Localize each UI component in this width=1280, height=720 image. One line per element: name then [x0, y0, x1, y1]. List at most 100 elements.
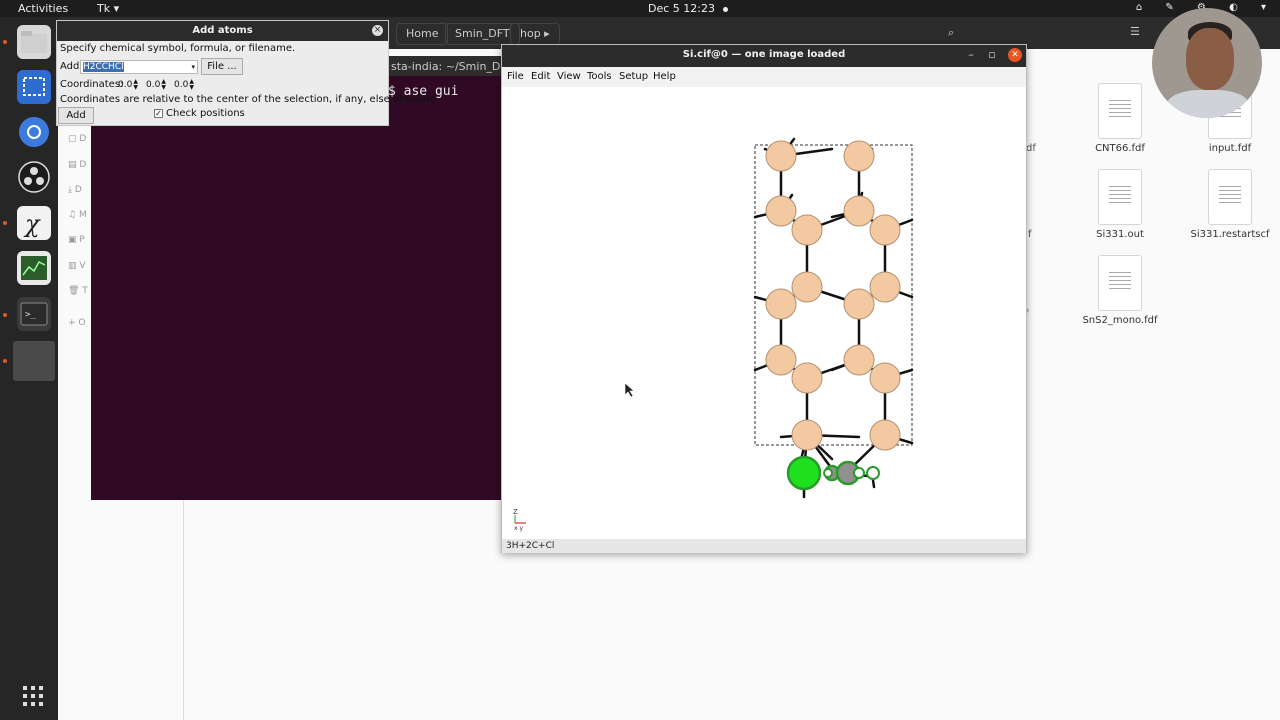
spin-arrows-icon[interactable]: ▲ ▼ [189, 78, 194, 91]
silicon-atom[interactable] [843, 344, 875, 376]
silicon-atom[interactable] [869, 214, 901, 246]
axes-indicator: Z x y [513, 508, 526, 532]
webcam-person-face [1186, 28, 1234, 90]
obs-app-icon[interactable] [17, 160, 51, 194]
maximize-icon[interactable]: ▫ [985, 48, 999, 62]
ase-menubar: File Edit View Tools Setup Help [502, 67, 1026, 87]
sidebar-item[interactable]: ⤓ D [68, 185, 92, 199]
silicon-atom[interactable] [791, 419, 823, 451]
close-icon[interactable]: × [372, 25, 383, 36]
show-apps-grid-icon[interactable] [23, 686, 45, 708]
terminal-icon: >_ [20, 302, 48, 326]
close-icon[interactable]: ✕ [1008, 48, 1022, 62]
menu-edit[interactable]: Edit [531, 71, 550, 82]
add-button[interactable]: Add [58, 107, 94, 124]
screenshot-app-icon[interactable] [17, 70, 51, 104]
selection-rectangle-icon [23, 77, 45, 96]
system-monitor-app-icon[interactable] [17, 251, 51, 285]
check-positions-checkbox[interactable]: ✓ Check positions [154, 108, 245, 119]
silicon-atom[interactable] [843, 288, 875, 320]
formula-status: 3H+2C+Cl [506, 541, 555, 551]
silicon-atom[interactable] [869, 362, 901, 394]
running-indicator [3, 40, 7, 44]
webcam-overlay [1152, 8, 1262, 118]
path-home[interactable]: Home [396, 23, 449, 45]
structure-view-canvas[interactable]: Z x y [502, 87, 1026, 539]
terminal-app-icon[interactable]: >_ [17, 297, 51, 331]
menu-file[interactable]: File [507, 71, 524, 82]
sidebar-item[interactable]: ▢ D [68, 134, 92, 148]
file-item[interactable]: Si331.out [1075, 169, 1165, 240]
sidebar-item[interactable]: ▤ D [68, 160, 92, 174]
file-item[interactable]: CNT66.fdf [1075, 83, 1165, 154]
dropdown-arrow-icon[interactable]: ▾ [191, 61, 195, 73]
silicon-atom[interactable] [791, 271, 823, 303]
files-app-icon[interactable] [17, 25, 51, 59]
silicon-atom[interactable] [791, 362, 823, 394]
path-hop-label: hop [520, 27, 541, 40]
silicon-atom[interactable] [869, 419, 901, 451]
document-icon [1208, 169, 1252, 225]
xmgrace-app-icon[interactable]: χ [17, 206, 51, 240]
app-menu[interactable]: Tk ▾ [97, 2, 119, 15]
ase-window-title: Si.cif@0 — one image loaded [682, 49, 846, 60]
search-icon[interactable]: ⌕ [948, 26, 954, 40]
coordinate-z-spinbox[interactable]: 0.0▲ ▼ [174, 78, 194, 92]
coordinate-z-value: 0.0 [174, 80, 189, 90]
menu-view[interactable]: View [557, 71, 581, 82]
hydrogen-atom[interactable] [866, 466, 880, 480]
sidebar-item[interactable]: 🗑 T [68, 286, 92, 300]
tk-app-icon[interactable] [13, 341, 55, 381]
silicon-atom[interactable] [869, 271, 901, 303]
coordinate-y-spinbox[interactable]: 0.0▲ ▼ [146, 78, 166, 92]
spin-arrows-icon[interactable]: ▲ ▼ [161, 78, 166, 91]
silicon-atom[interactable] [765, 288, 797, 320]
silicon-atom[interactable] [765, 140, 797, 172]
add-entry[interactable]: H2CCHCl ▾ [80, 60, 198, 74]
file-button[interactable]: File ... [201, 58, 243, 75]
hydrogen-atom[interactable] [823, 468, 833, 478]
sidebar-item[interactable]: + O [68, 318, 92, 332]
silicon-atom[interactable] [765, 344, 797, 376]
clock[interactable]: Dec 5 12:23 [648, 2, 728, 15]
chi-symbol-icon: χ [23, 210, 41, 238]
atomic-structure-view[interactable]: Z x y [502, 87, 1026, 539]
axis-label-z: Z [513, 508, 518, 516]
file-name: Si331.out [1096, 229, 1144, 240]
spin-arrows-icon[interactable]: ▲ ▼ [133, 78, 138, 91]
sidebar-item-letter: D [74, 185, 82, 195]
obs-icon [18, 161, 50, 193]
coordinate-x-spinbox[interactable]: 0.0▲ ▼ [118, 78, 138, 92]
chromium-app-icon[interactable] [17, 115, 51, 149]
silicon-atom[interactable] [843, 195, 875, 227]
minimize-icon[interactable]: – [964, 48, 978, 62]
file-name: input.fdf [1208, 143, 1252, 154]
chlorine-atom[interactable] [786, 455, 822, 491]
file-item[interactable]: Si331.restartscf [1185, 169, 1275, 240]
list-view-icon[interactable]: ☰ [1130, 25, 1140, 38]
dock: χ >_ [0, 17, 58, 720]
hydrogen-atom[interactable] [853, 467, 865, 479]
file-item[interactable]: SnS2_mono.fdf [1075, 255, 1165, 326]
path-hop[interactable]: hop ▸ [510, 23, 560, 45]
silicon-atom[interactable] [791, 214, 823, 246]
folder-icon [21, 31, 47, 53]
ase-titlebar: Si.cif@0 — one image loaded – ▫ ✕ [502, 45, 1026, 67]
menu-help[interactable]: Help [653, 71, 676, 82]
menu-tools[interactable]: Tools [587, 71, 612, 82]
svg-text:χ: χ [23, 210, 41, 238]
chromium-icon [19, 117, 49, 147]
silicon-atom[interactable] [843, 140, 875, 172]
sidebar-item-letter: O [78, 318, 86, 328]
top-bar: Activities Tk ▾ Dec 5 12:23 ⌂ ✎ ⚙ ◐ ▾ [0, 0, 1280, 17]
path-smin-dft[interactable]: Smin_DFT [445, 23, 520, 45]
silicon-atom[interactable] [765, 195, 797, 227]
sidebar-item[interactable]: ▣ P [68, 235, 92, 249]
chart-icon [21, 256, 47, 280]
activities-button[interactable]: Activities [18, 2, 68, 15]
sidebar-item[interactable]: ♫ M [68, 210, 92, 224]
sidebar-item[interactable]: ▥ V [68, 261, 92, 275]
mouse-cursor-icon [624, 382, 635, 398]
instruction-text: Specify chemical symbol, formula, or fil… [60, 43, 296, 54]
menu-setup[interactable]: Setup [619, 71, 648, 82]
